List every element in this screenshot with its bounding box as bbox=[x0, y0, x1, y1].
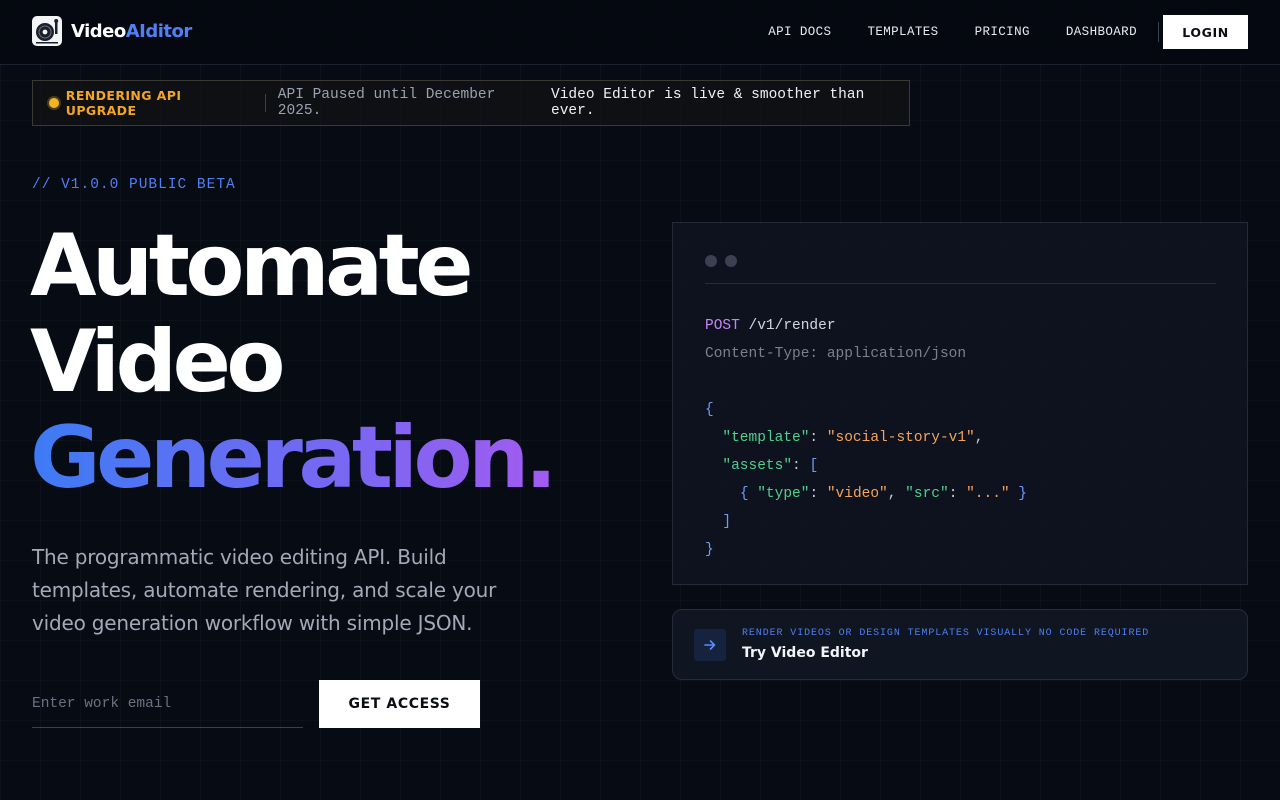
headline-line-3: Generation. bbox=[30, 408, 557, 508]
code-line: { bbox=[705, 396, 1027, 424]
headline-line-1: Automate bbox=[30, 216, 474, 316]
window-dot-icon bbox=[705, 255, 717, 267]
nav-templates[interactable]: TEMPLATES bbox=[867, 25, 938, 39]
editor-card-title: Try Video Editor bbox=[742, 645, 868, 661]
json-value-type: "video" bbox=[826, 486, 888, 502]
http-method: POST bbox=[705, 318, 740, 334]
code-line: ] bbox=[705, 508, 1027, 536]
hero-headline: Automate Video Generation. bbox=[30, 216, 557, 508]
http-header: Content-Type: application/json bbox=[705, 346, 967, 362]
headline-line-2: Video bbox=[30, 312, 285, 412]
code-sample-panel: POST /v1/render Content-Type: application… bbox=[672, 222, 1248, 585]
get-access-button[interactable]: GET ACCESS bbox=[319, 680, 480, 728]
code-line: } bbox=[705, 536, 1027, 564]
try-video-editor-card[interactable]: RENDER VIDEOS OR DESIGN TEMPLATES VISUAL… bbox=[672, 609, 1248, 680]
json-open-brace: { bbox=[705, 402, 714, 418]
code-line: "assets": [ bbox=[722, 458, 819, 474]
main-nav: API DOCS TEMPLATES PRICING DASHBOARD LOG… bbox=[768, 15, 1248, 49]
nav-pricing[interactable]: PRICING bbox=[975, 25, 1030, 39]
login-button[interactable]: LOGIN bbox=[1163, 15, 1248, 49]
code-line: { "type": "video", "src": "..." } bbox=[739, 486, 1028, 502]
code-line: Content-Type: application/json bbox=[705, 340, 1027, 368]
announcement-divider bbox=[264, 94, 266, 112]
hero-subtitle: The programmatic video editing API. Buil… bbox=[32, 545, 497, 635]
nav-dashboard[interactable]: DASHBOARD bbox=[1066, 25, 1137, 39]
editor-card-kicker: RENDER VIDEOS OR DESIGN TEMPLATES VISUAL… bbox=[742, 628, 1150, 639]
http-path: /v1/render bbox=[748, 318, 836, 334]
email-input[interactable] bbox=[32, 680, 303, 728]
window-dots bbox=[705, 255, 745, 267]
code-block: POST /v1/render Content-Type: application… bbox=[705, 312, 1027, 564]
version-label: // V1.0.0 PUBLIC BETA bbox=[32, 177, 236, 193]
code-divider bbox=[705, 283, 1216, 284]
nav-api-docs[interactable]: API DOCS bbox=[768, 25, 831, 39]
brand-logo[interactable]: VideoAIditor bbox=[32, 16, 192, 46]
arrow-right-icon bbox=[694, 629, 726, 661]
json-key-type: "type" bbox=[757, 486, 810, 502]
json-key-assets: "assets" bbox=[722, 458, 793, 474]
nav-divider bbox=[1158, 22, 1159, 42]
json-close-bracket: ] bbox=[722, 514, 732, 530]
window-dot-icon bbox=[725, 255, 737, 267]
turntable-logo-icon bbox=[32, 16, 62, 46]
status-dot-icon bbox=[49, 98, 59, 108]
site-header: VideoAIditor API DOCS TEMPLATES PRICING … bbox=[0, 0, 1280, 65]
brand-name: VideoAIditor bbox=[71, 20, 192, 42]
code-line: POST /v1/render bbox=[705, 312, 1027, 340]
json-value-template: "social-story-v1" bbox=[826, 430, 975, 446]
json-key-template: "template" bbox=[722, 430, 810, 446]
code-line: "template": "social-story-v1", bbox=[722, 430, 984, 446]
announcement-tag: RENDERING API UPGRADE bbox=[65, 88, 182, 118]
json-close-brace: } bbox=[705, 542, 714, 558]
json-key-src: "src" bbox=[905, 486, 949, 502]
announcement-banner: RENDERING API UPGRADE API Paused until D… bbox=[32, 80, 910, 126]
json-value-src: "..." bbox=[966, 486, 1010, 502]
announcement-highlight: Video Editor is live & smoother than eve… bbox=[551, 87, 865, 119]
announcement-text: API Paused until December 2025. bbox=[277, 87, 496, 119]
